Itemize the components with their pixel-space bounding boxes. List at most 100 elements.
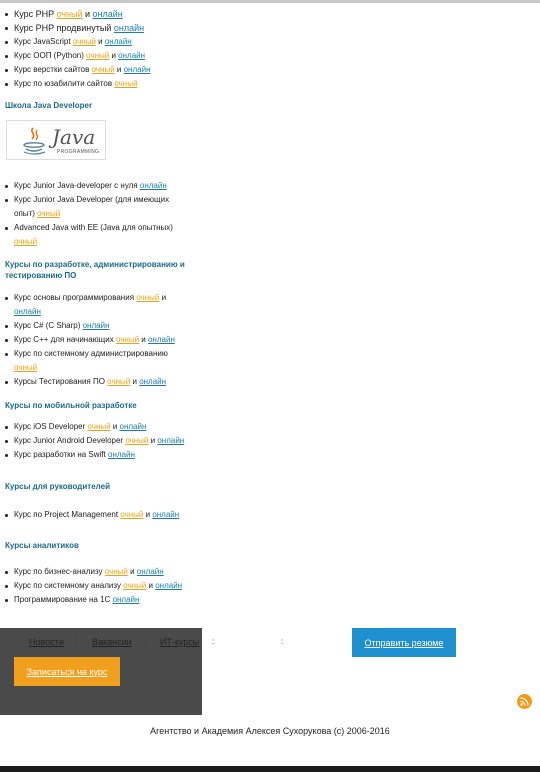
course-link-online[interactable]: онлайн bbox=[157, 436, 184, 445]
rss-icon[interactable] bbox=[517, 694, 532, 709]
course-link-online[interactable]: онлайн bbox=[114, 23, 144, 33]
course-link-offline[interactable]: очный bbox=[125, 436, 148, 445]
course-title: Программирование на 1С bbox=[14, 595, 111, 604]
nav-link-it-courses[interactable]: ИТ-курсы bbox=[160, 637, 199, 647]
bottom-border bbox=[0, 766, 540, 772]
course-title: Курс разработки на Swift bbox=[14, 450, 106, 459]
course-item: Курс PHP очный и онлайн bbox=[0, 7, 200, 21]
course-link-offline[interactable]: очный bbox=[120, 510, 143, 519]
course-item: Курс Junior Java Developer (для имеющих … bbox=[0, 193, 180, 221]
and-conjunction: и bbox=[148, 581, 153, 590]
send-resume-button[interactable]: Отправить резюме bbox=[352, 628, 456, 657]
course-item: Курс по системному администрированию очн… bbox=[0, 347, 180, 375]
course-title: Курс верстки сайтов bbox=[14, 65, 90, 74]
nav-separator: : bbox=[281, 637, 284, 646]
course-link-online[interactable]: онлайн bbox=[93, 9, 123, 19]
course-link-offline[interactable]: очный bbox=[14, 363, 37, 372]
and-conjunction: и bbox=[111, 51, 116, 60]
course-link-offline[interactable]: очный bbox=[14, 237, 37, 246]
enroll-button[interactable]: Записаться на курс bbox=[14, 657, 120, 686]
lead-course-list: Курс по Project Management очный и онлай… bbox=[0, 508, 200, 522]
course-item: Advanced Java with EE (Java для опытных)… bbox=[0, 221, 180, 249]
and-conjunction: и bbox=[145, 510, 151, 519]
course-title: Курс основы программирования bbox=[14, 293, 135, 302]
course-title: Курс Junior Java-developer с нуля bbox=[14, 181, 138, 190]
course-link-offline[interactable]: очный bbox=[73, 37, 96, 46]
mobile-course-list: Курс iOS Developer очный и онлайн Курс Ju… bbox=[0, 420, 200, 462]
course-link-online[interactable]: онлайн bbox=[137, 567, 164, 576]
course-link-offline[interactable]: очный bbox=[92, 65, 115, 74]
course-link-online[interactable]: онлайн bbox=[148, 335, 175, 344]
course-link-offline[interactable]: очный bbox=[136, 293, 159, 302]
course-link-offline[interactable]: очный bbox=[107, 377, 130, 386]
java-logo[interactable]: Java PROGRAMMING bbox=[6, 120, 106, 160]
course-title: Курс iOS Developer bbox=[14, 422, 86, 431]
course-item: Курсы Тестирования ПО очный и онлайн bbox=[0, 375, 180, 389]
java-course-list: Курс Junior Java-developer с нуля онлайн… bbox=[0, 179, 180, 249]
course-link-offline[interactable]: очный bbox=[88, 422, 111, 431]
course-item: Курс Junior Android Developer очный и он… bbox=[0, 434, 200, 448]
course-link-online[interactable]: онлайн bbox=[113, 595, 140, 604]
copyright-text: Агентство и Академия Алексея Сухорукова … bbox=[150, 726, 390, 736]
course-link-online[interactable]: онлайн bbox=[14, 307, 41, 316]
course-title: Курс JavaScript bbox=[14, 37, 71, 46]
course-item: Курс верстки сайтов очный и онлайн bbox=[0, 63, 200, 77]
and-conjunction: и bbox=[112, 422, 118, 431]
course-link-online[interactable]: онлайн bbox=[124, 65, 151, 74]
course-title: Курс Junior Android Developer bbox=[14, 436, 124, 445]
and-conjunction: и bbox=[98, 37, 103, 46]
and-conjunction: и bbox=[116, 65, 122, 74]
java-logo-sub: PROGRAMMING bbox=[57, 149, 100, 155]
course-link-online[interactable]: онлайн bbox=[140, 181, 167, 190]
top-border bbox=[0, 0, 540, 3]
and-conjunction: и bbox=[132, 377, 137, 386]
course-item: Курс по бизнес-анализу очный и онлайн bbox=[0, 565, 200, 579]
section-heading-java: Школа Java Developer bbox=[5, 101, 93, 110]
java-cup-icon bbox=[23, 127, 46, 155]
nav-link-news[interactable]: Новости bbox=[29, 637, 64, 647]
and-conjunction: и bbox=[150, 436, 156, 445]
course-link-offline[interactable]: очный bbox=[105, 567, 128, 576]
course-item: Курс Junior Java-developer с нуля онлайн bbox=[0, 179, 180, 193]
course-link-offline[interactable]: очный bbox=[114, 79, 137, 88]
section-heading-dev: Курсы по разработке, администрированию и… bbox=[5, 260, 185, 280]
course-link-online[interactable]: онлайн bbox=[105, 37, 132, 46]
course-title: Курс по системному анализу bbox=[14, 581, 121, 590]
course-item: Курс C++ для начинающих очный и онлайн bbox=[0, 333, 180, 347]
course-title: Advanced Java with EE (Java для опытных) bbox=[14, 223, 173, 232]
course-title: Курс по системному администрированию bbox=[14, 349, 168, 358]
course-title: Курс ООП (Python) bbox=[14, 51, 84, 60]
course-title: Курс по юзабилити сайтов bbox=[14, 79, 113, 88]
course-link-online[interactable]: онлайн bbox=[118, 51, 145, 60]
and-conjunction: и bbox=[141, 335, 146, 344]
course-link-offline[interactable]: очный bbox=[116, 335, 139, 344]
course-link-offline[interactable]: очный bbox=[123, 581, 146, 590]
course-link-online[interactable]: онлайн bbox=[139, 377, 166, 386]
and-conjunction: и bbox=[85, 9, 91, 19]
section-heading-lead: Курсы для руководителей bbox=[5, 482, 110, 491]
course-item: Программирование на 1С онлайн bbox=[0, 593, 200, 607]
course-link-offline[interactable]: очный bbox=[37, 209, 60, 218]
course-link-online[interactable]: онлайн bbox=[152, 510, 179, 519]
course-title: Курс C++ для начинающих bbox=[14, 335, 114, 344]
nav-separator: : bbox=[212, 637, 215, 646]
course-title: Курс PHP продвинутый bbox=[14, 23, 112, 33]
course-link-online[interactable]: онлайн bbox=[83, 321, 110, 330]
and-conjunction: и bbox=[130, 567, 135, 576]
nav-separator: : bbox=[143, 637, 146, 646]
course-title: Курс по бизнес-анализу bbox=[14, 567, 103, 576]
course-item: Курс разработки на Swift онлайн bbox=[0, 448, 200, 462]
course-link-offline[interactable]: очный bbox=[86, 51, 109, 60]
course-link-offline[interactable]: очный bbox=[57, 9, 83, 19]
course-item: Курс JavaScript очный и онлайн bbox=[0, 35, 200, 49]
course-link-online[interactable]: онлайн bbox=[155, 581, 182, 590]
nav-link-vacancies[interactable]: Вакансии bbox=[92, 637, 132, 647]
and-conjunction: и bbox=[161, 293, 167, 302]
course-title: Курс PHP bbox=[14, 9, 54, 19]
course-item: Курс ООП (Python) очный и онлайн bbox=[0, 49, 200, 63]
analyst-course-list: Курс по бизнес-анализу очный и онлайн Кур… bbox=[0, 565, 200, 607]
section-heading-analyst: Курсы аналитиков bbox=[5, 541, 79, 550]
course-link-online[interactable]: онлайн bbox=[120, 422, 147, 431]
course-title: Курс по Project Management bbox=[14, 510, 119, 519]
course-link-online[interactable]: онлайн bbox=[108, 450, 135, 459]
